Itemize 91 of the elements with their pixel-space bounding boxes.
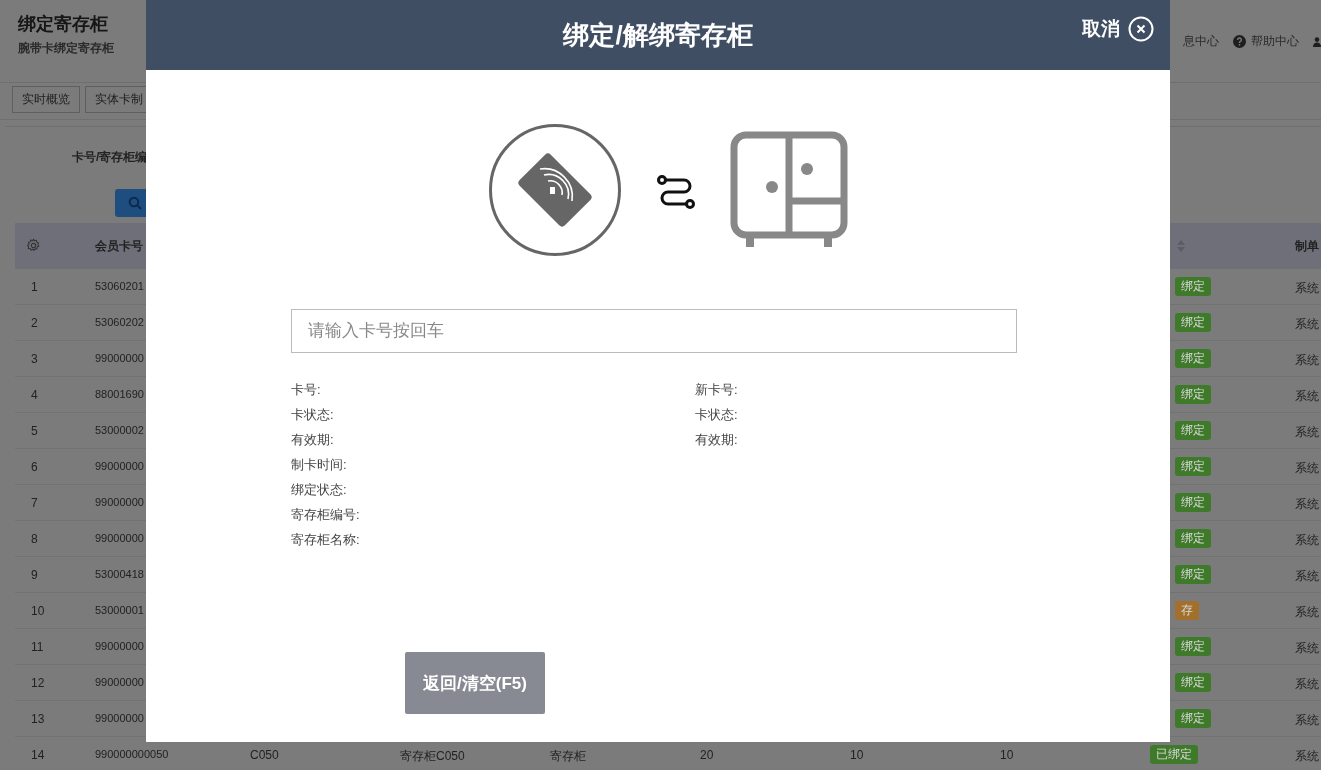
filter-label: 卡号/寄存柜编 [72, 149, 148, 166]
field-label: 卡状态: [695, 406, 739, 424]
table-cell: 13 [31, 712, 45, 726]
table-cell: 1 [31, 280, 38, 294]
table-cell: 系统 [1295, 388, 1319, 405]
table-cell: 99000000 [95, 532, 144, 544]
status-badge: 绑定 [1175, 421, 1211, 440]
table-cell: 53060201 [95, 280, 144, 292]
status-badge: 绑定 [1175, 493, 1211, 512]
page-subtitle: 腕带卡绑定寄存柜 [18, 40, 114, 57]
table-cell: 5 [31, 424, 38, 438]
table-cell: 53000002 [95, 424, 144, 436]
field-label: 绑定状态: [291, 481, 348, 499]
table-cell: 99000000 [95, 676, 144, 688]
table-cell: 系统 [1295, 640, 1319, 657]
table-cell: 14 [31, 748, 45, 762]
table-cell: 8 [31, 532, 38, 546]
column-header: 制单 [1295, 238, 1319, 255]
user-icon[interactable] [1313, 36, 1321, 47]
status-badge: 绑定 [1175, 457, 1211, 476]
search-icon [128, 196, 142, 210]
table-cell: 990000000050 [95, 748, 169, 760]
status-badge: 绑定 [1175, 385, 1211, 404]
column-header: 会员卡号 [95, 238, 143, 255]
status-badge: 绑定 [1175, 637, 1211, 656]
table-cell: 10 [850, 748, 864, 762]
table-cell: 10 [1000, 748, 1014, 762]
field-label: 新卡号: [695, 381, 739, 399]
table-cell: C050 [250, 748, 279, 762]
table-cell: 99000000 [95, 712, 144, 724]
status-badge: 绑定 [1175, 529, 1211, 548]
table-cell: 88001690 [95, 388, 144, 400]
table-cell: 99000000 [95, 460, 144, 472]
table-cell: 53000001 [95, 604, 144, 616]
table-cell: 系统 [1295, 280, 1319, 297]
table-cell: 系统 [1295, 352, 1319, 369]
table-cell: 系统 [1295, 424, 1319, 441]
table-cell: 寄存柜C050 [400, 748, 465, 765]
table-cell: 寄存柜 [550, 748, 586, 765]
table-cell: 99000000 [95, 640, 144, 652]
table-cell: 2 [31, 316, 38, 330]
cancel-button[interactable]: 取消 [1082, 16, 1154, 42]
table-cell: 99000000 [95, 352, 144, 364]
status-badge: 绑定 [1175, 277, 1211, 296]
field-label: 寄存柜名称: [291, 531, 361, 549]
close-icon [1128, 16, 1154, 42]
table-cell: 系统 [1295, 316, 1319, 333]
table-cell: 99000000 [95, 496, 144, 508]
dialog-title: 绑定/解绑寄存柜 [563, 18, 753, 52]
field-label: 有效期: [695, 431, 739, 449]
status-badge: 绑定 [1175, 349, 1211, 368]
table-cell: 9 [31, 568, 38, 582]
table-cell: 7 [31, 496, 38, 510]
field-label: 卡状态: [291, 406, 335, 424]
settings-icon[interactable] [26, 238, 41, 253]
table-cell: 系统 [1295, 460, 1319, 477]
table-cell: 系统 [1295, 604, 1319, 621]
status-badge: 绑定 [1175, 673, 1211, 692]
back-clear-button[interactable]: 返回/清空(F5) [405, 652, 545, 714]
table-cell: 12 [31, 676, 45, 690]
help-icon [1233, 35, 1246, 48]
card-reader-icon [488, 123, 622, 257]
field-label: 制卡时间: [291, 456, 348, 474]
message-center-link[interactable]: 息中心 [1183, 33, 1219, 50]
status-badge: 存 [1175, 601, 1199, 620]
table-cell: 系统 [1295, 496, 1319, 513]
status-badge: 绑定 [1175, 313, 1211, 332]
cabinet-icon [730, 131, 848, 249]
page-title: 绑定寄存柜 [18, 13, 109, 36]
table-cell: 系统 [1295, 568, 1319, 585]
table-cell: 系统 [1295, 532, 1319, 549]
table-cell: 4 [31, 388, 38, 402]
table-cell: 11 [31, 640, 44, 654]
table-cell: 53000418 [95, 568, 144, 580]
status-badge: 绑定 [1175, 709, 1211, 728]
card-number-field[interactable]: 请输入卡号按回车 [291, 309, 1017, 353]
table-cell: 3 [31, 352, 38, 366]
table-cell: 6 [31, 460, 38, 474]
help-center-link[interactable]: 帮助中心 [1251, 33, 1299, 50]
table-cell: 系统 [1295, 748, 1319, 765]
table-cell: 10 [31, 604, 45, 618]
tab[interactable]: 实时概览 [12, 86, 80, 113]
table-cell: 20 [700, 748, 714, 762]
field-label: 寄存柜编号: [291, 506, 361, 524]
field-label: 卡号: [291, 381, 322, 399]
table-cell: 系统 [1295, 712, 1319, 729]
status-badge: 绑定 [1175, 565, 1211, 584]
table-cell: 系统 [1295, 676, 1319, 693]
status-badge: 已绑定 [1150, 745, 1198, 764]
table-cell: 53060202 [95, 316, 144, 328]
field-label: 有效期: [291, 431, 335, 449]
